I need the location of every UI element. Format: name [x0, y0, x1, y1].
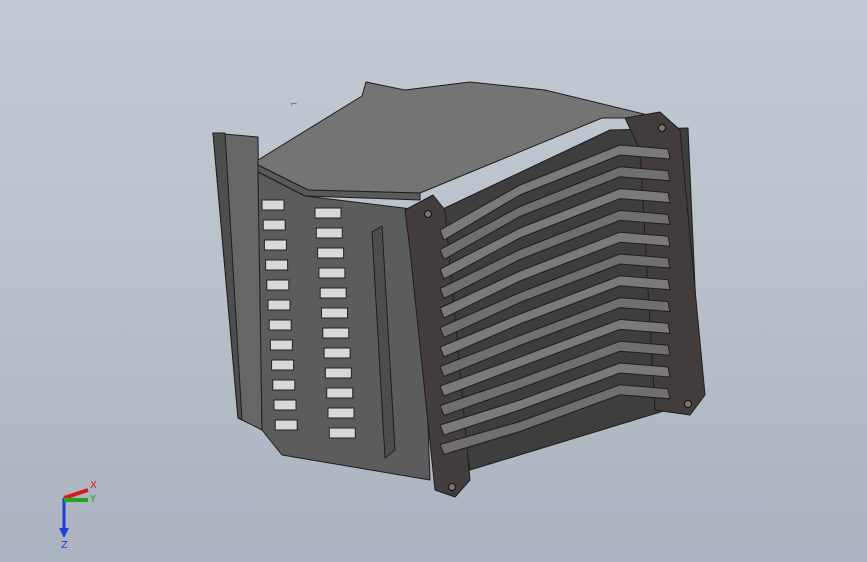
vent-slot: [314, 207, 342, 219]
z-axis-label: Z: [61, 540, 68, 550]
coordinate-triad: X Y Z: [59, 480, 97, 550]
y-axis-label: Y: [89, 494, 97, 505]
graphics-viewport[interactable]: X Y Z ⌐: [0, 0, 867, 562]
vent-slot: [262, 219, 286, 231]
vent-slot: [319, 287, 347, 299]
screw-hole-front-top: [424, 210, 432, 218]
x-axis-label: X: [90, 480, 97, 491]
vent-slot: [326, 387, 354, 399]
vent-slot: [322, 327, 350, 339]
vent-slot: [271, 359, 295, 371]
z-axis-arrow-icon: [59, 528, 69, 538]
vent-slot: [317, 247, 345, 259]
vent-slot: [274, 419, 298, 431]
x-axis-line: [63, 488, 89, 500]
vent-slot: [315, 227, 343, 239]
vent-slot: [324, 367, 352, 379]
vent-slot: [321, 307, 348, 319]
vent-slot: [268, 319, 292, 331]
vent-slot: [327, 407, 355, 419]
screw-hole-right-top: [658, 124, 666, 132]
vent-slot: [269, 339, 293, 351]
vent-slot: [265, 259, 289, 271]
vent-slot: [273, 399, 297, 411]
vent-slot: [266, 279, 290, 291]
vent-slot: [318, 267, 346, 279]
screw-hole-right-bottom: [684, 400, 692, 408]
vent-slot: [323, 347, 351, 359]
vent-slot: [261, 199, 285, 211]
vent-slot: [328, 427, 356, 439]
cursor-icon: ⌐: [290, 100, 298, 110]
vent-slot: [272, 379, 296, 391]
screw-hole-front-bottom: [448, 483, 456, 491]
heatsink-3d-model[interactable]: [0, 0, 867, 562]
vent-slot: [263, 239, 287, 251]
vent-slot: [267, 299, 291, 311]
